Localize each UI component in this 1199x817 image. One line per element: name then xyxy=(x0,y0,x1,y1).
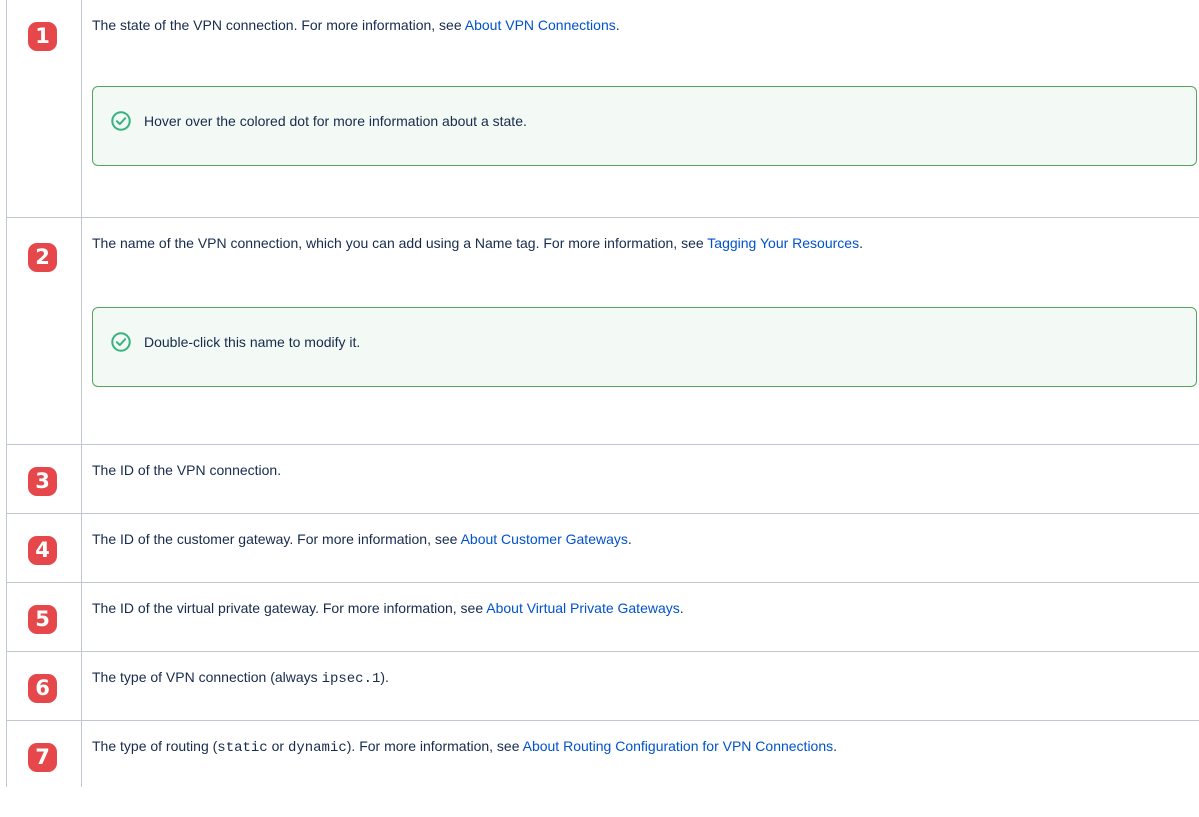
callout-table-body: 1 The state of the VPN connection. For mo… xyxy=(6,0,1199,787)
callout-description: The ID of the virtual private gateway. F… xyxy=(92,597,1199,619)
callout-number-cell: 2 xyxy=(6,217,82,445)
callout-description-cell: The name of the VPN connection, which yo… xyxy=(81,217,1199,445)
description-text: The type of VPN connection (always xyxy=(92,669,322,685)
callout-description-cell: The ID of the virtual private gateway. F… xyxy=(81,582,1199,652)
callout-description: The name of the VPN connection, which yo… xyxy=(92,232,1199,254)
callout-number-cell: 1 xyxy=(6,0,82,218)
reference-link[interactable]: About VPN Connections xyxy=(465,17,616,33)
description-text: The type of routing ( xyxy=(92,738,218,754)
check-circle-icon xyxy=(110,110,132,138)
description-text: ). xyxy=(380,669,389,685)
callout-row: 5 The ID of the virtual private gateway. … xyxy=(6,582,1199,652)
description-text: . xyxy=(679,600,684,616)
callout-row: 7 The type of routing (static or dynamic)… xyxy=(6,720,1199,787)
callout-number-badge: 6 xyxy=(28,674,57,703)
callout-row: 1 The state of the VPN connection. For mo… xyxy=(6,0,1199,218)
description-text: The ID of the customer gateway. For more… xyxy=(92,531,461,547)
tip-note: Hover over the colored dot for more info… xyxy=(92,86,1197,166)
tip-note-text: Double-click this name to modify it. xyxy=(144,334,361,350)
callout-table: 1 The state of the VPN connection. For mo… xyxy=(6,0,1199,787)
description-text: . xyxy=(615,17,620,33)
callout-description: The ID of the VPN connection. xyxy=(92,459,1199,481)
callout-description: The type of VPN connection (always ipsec… xyxy=(92,666,1199,690)
check-circle-icon xyxy=(110,331,132,359)
callout-number-cell: 3 xyxy=(6,444,82,514)
description-text: . xyxy=(833,738,838,754)
description-text: The state of the VPN connection. For mor… xyxy=(92,17,465,33)
callout-number-badge: 2 xyxy=(28,243,57,272)
callout-description: The ID of the customer gateway. For more… xyxy=(92,528,1199,550)
callout-number-cell: 7 xyxy=(6,720,82,787)
description-text: The ID of the virtual private gateway. F… xyxy=(92,600,487,616)
description-text: or xyxy=(267,738,288,754)
description-text: . xyxy=(627,531,632,547)
callout-number-badge: 5 xyxy=(28,605,57,634)
description-text: The ID of the VPN connection. xyxy=(92,462,282,478)
callout-row: 6 The type of VPN connection (always ipse… xyxy=(6,651,1199,721)
callout-number-badge: 4 xyxy=(28,536,57,565)
description-text: . xyxy=(859,235,863,251)
callout-description-cell: The state of the VPN connection. For mor… xyxy=(81,0,1199,218)
callout-description: The type of routing (static or dynamic).… xyxy=(92,735,1199,759)
callout-row: 2 The name of the VPN connection, which y… xyxy=(6,217,1199,445)
tip-note-text: Hover over the colored dot for more info… xyxy=(144,113,527,129)
callout-number-cell: 5 xyxy=(6,582,82,652)
reference-link[interactable]: About Virtual Private Gateways xyxy=(486,600,680,616)
callout-row: 3 The ID of the VPN connection. xyxy=(6,444,1199,514)
code-snippet: ipsec.1 xyxy=(321,671,381,687)
callout-description: The state of the VPN connection. For mor… xyxy=(92,14,1199,36)
callout-number-cell: 6 xyxy=(6,651,82,721)
callout-row: 4 The ID of the customer gateway. For mor… xyxy=(6,513,1199,583)
callout-description-cell: The ID of the customer gateway. For more… xyxy=(81,513,1199,583)
callout-number-cell: 4 xyxy=(6,513,82,583)
callout-description-cell: The ID of the VPN connection. xyxy=(81,444,1199,514)
callout-description-cell: The type of VPN connection (always ipsec… xyxy=(81,651,1199,721)
callout-number-badge: 1 xyxy=(28,22,57,51)
reference-link[interactable]: About Routing Configuration for VPN Conn… xyxy=(523,738,834,754)
callout-description-cell: The type of routing (static or dynamic).… xyxy=(81,720,1199,787)
description-text: ). For more information, see xyxy=(346,738,523,754)
tip-note: Double-click this name to modify it. xyxy=(92,307,1197,387)
code-snippet: dynamic xyxy=(287,740,347,756)
callout-number-badge: 7 xyxy=(28,743,57,772)
callout-number-badge: 3 xyxy=(28,467,57,496)
reference-link[interactable]: Tagging Your Resources xyxy=(707,235,859,251)
reference-link[interactable]: About Customer Gateways xyxy=(461,531,628,547)
code-snippet: static xyxy=(217,740,268,756)
description-text: The name of the VPN connection, which yo… xyxy=(92,235,708,251)
